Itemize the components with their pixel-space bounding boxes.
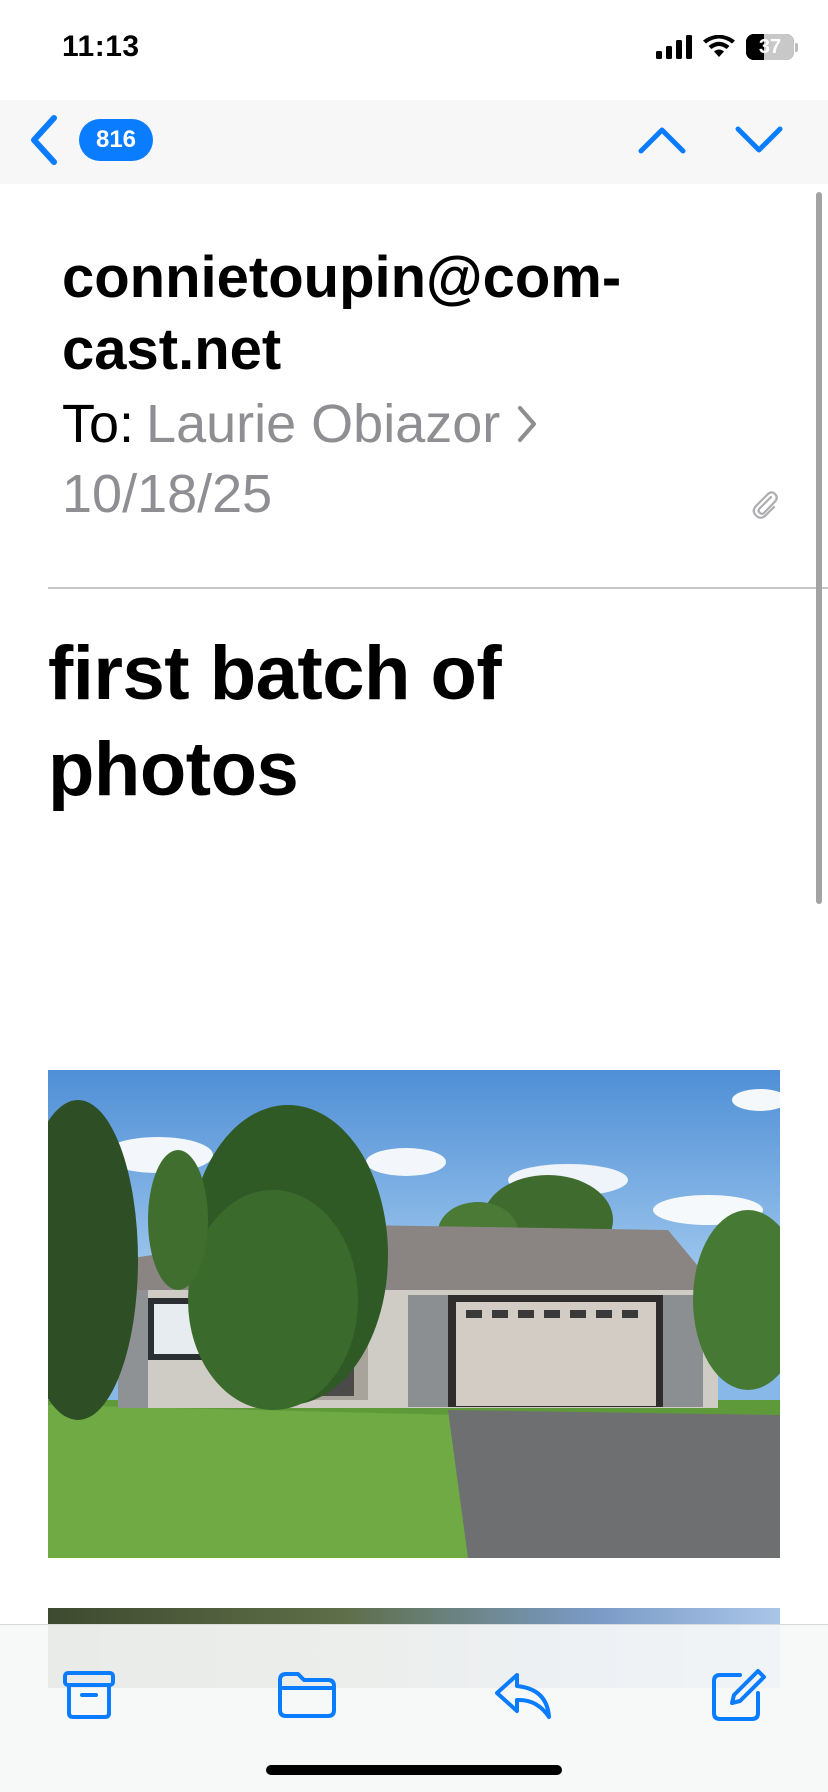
archive-icon [63, 1671, 115, 1719]
scroll-indicator [816, 192, 822, 904]
status-bar: 11:13 37 [0, 0, 828, 100]
unread-count-badge[interactable]: 816 [79, 119, 153, 161]
recipient-row[interactable]: To: Laurie Obiazor [62, 392, 538, 456]
sender-line-2: cast.net [62, 317, 282, 382]
status-icons: 37 [656, 34, 798, 60]
paperclip-icon [752, 491, 778, 519]
to-label: To: [62, 394, 135, 454]
reply-icon [495, 1673, 551, 1719]
battery-percent: 37 [758, 35, 782, 58]
recipient-name: Laurie Obiazor [146, 394, 501, 454]
signal-icon [656, 35, 692, 59]
subject-line-1: first batch of [48, 631, 502, 716]
chevron-down-icon [735, 126, 783, 153]
header-divider [48, 587, 828, 589]
compose-button[interactable] [703, 1659, 775, 1731]
sender-address[interactable]: connietoupin@com- cast.net [62, 242, 722, 386]
wifi-icon [703, 35, 735, 57]
house-photo-image [48, 1070, 780, 1558]
archive-button[interactable] [53, 1659, 125, 1731]
chevron-right-icon [516, 404, 538, 444]
message-subject: first batch of photos [48, 626, 748, 818]
compose-icon [712, 1669, 766, 1721]
battery-icon: 37 [746, 34, 798, 60]
home-indicator[interactable] [266, 1765, 562, 1775]
folder-icon [278, 1672, 336, 1718]
status-time: 11:13 [62, 30, 140, 63]
chevron-up-icon [638, 127, 686, 154]
previous-message-button[interactable] [636, 114, 688, 166]
back-chevron-icon [31, 115, 57, 165]
nav-bar: 816 [0, 100, 828, 184]
move-to-folder-button[interactable] [271, 1659, 343, 1731]
reply-button[interactable] [488, 1659, 560, 1731]
next-message-button[interactable] [733, 114, 785, 166]
house-photo[interactable] [48, 1070, 780, 1558]
message-date: 10/18/25 [62, 464, 273, 524]
subject-line-2: photos [48, 727, 299, 812]
back-button[interactable] [22, 108, 66, 172]
sender-line-1: connietoupin@com- [62, 245, 622, 310]
